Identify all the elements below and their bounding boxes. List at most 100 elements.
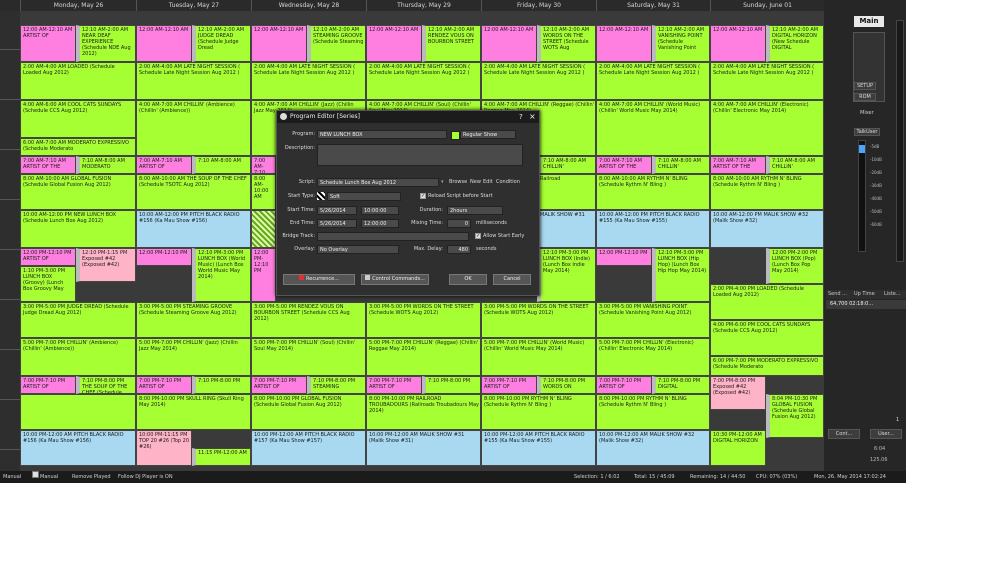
program-block[interactable]: 7:00 PM-7:10 PM ARTIST OF — [596, 376, 652, 394]
program-block[interactable]: 12:00 PM-12:10 PM ARTIST OF — [20, 248, 76, 266]
recurrence-button[interactable]: Recurrence... — [283, 274, 355, 285]
program-block[interactable]: 12:00 AM-12:10 AM — [481, 25, 537, 62]
program-block[interactable]: 12:10 AM-2:00 AM WORDS ON THE STREET (Sc… — [537, 25, 596, 62]
day-header-thursday[interactable]: Thursday, May 29 — [366, 0, 481, 11]
program-block[interactable]: 12:10 PM-3:00 PM LUNCH BOX (World Music)… — [192, 248, 251, 302]
program-block[interactable]: 7:00 PM-7:10 PM ARTIST OF — [251, 376, 307, 394]
program-block[interactable]: 12:10 AM-2:00 AM JUDGE DREAD (Schedule J… — [192, 25, 251, 62]
program-block[interactable]: 2:00 AM-4:00 AM LATE NIGHT SESSION ( Sch… — [251, 62, 366, 100]
start-date-field[interactable]: 5/26/2014 — [317, 206, 357, 215]
description-field[interactable] — [317, 144, 523, 166]
program-block[interactable]: 8:00 AM-10:00 AM — [251, 174, 276, 210]
control-commands-button[interactable]: Control Commands... — [361, 274, 429, 285]
program-block[interactable]: 12:10 PM-3:00 PM LUNCH BOX (Hip Hop) (Lu… — [652, 248, 710, 302]
program-block[interactable]: 10:00 PM-12:00 AM PITCH BLACK RADIO #156… — [20, 430, 136, 466]
end-date-field[interactable]: 5/26/2014 — [317, 219, 357, 228]
bridge-track-field[interactable] — [317, 232, 469, 241]
overlay-select[interactable]: No Overlay — [317, 245, 399, 254]
rom-button[interactable]: ROM — [854, 93, 876, 101]
program-block[interactable]: 4:00 AM-6:00 AM COOL CATS SUNDAYS (Sched… — [20, 100, 136, 138]
program-block[interactable]: 3:00 PM-5:00 PM RENDEZ VOUS ON BOURBON S… — [251, 302, 366, 338]
program-block[interactable]: 5:00 PM-7:00 PM CHILLIN' (Jazz) (Chillin… — [136, 338, 251, 376]
program-block[interactable]: 4:00 AM-7:00 AM CHILLIN' (World Music) (… — [596, 100, 710, 156]
allow-start-early-checkbox[interactable]: ✓ — [475, 233, 481, 239]
program-block[interactable]: 2:00 AM-4:00 AM LATE NIGHT SESSION ( Sch… — [366, 62, 481, 100]
program-block[interactable]: 8:00 AM-10:00 AM RYTHM N' BLING (Schedul… — [710, 174, 824, 210]
cont-button[interactable]: Cont... — [828, 429, 860, 439]
program-block[interactable]: 10:00 AM-12:00 PM MALIK SHOW #32 (Malik … — [710, 210, 824, 248]
program-block[interactable] — [20, 394, 136, 430]
talk-user-button[interactable]: TalkUser — [854, 128, 880, 136]
program-block[interactable]: 8:00 PM-10:00 PM RAILROAD TROUBADOURS (R… — [366, 394, 481, 430]
program-block[interactable]: 7:00 AM-7:10 AM ARTIST OF — [136, 156, 192, 174]
program-block[interactable]: 7:10 AM-8:00 AM — [192, 156, 251, 174]
end-time-field[interactable]: 12:00:00 — [361, 219, 399, 228]
program-block[interactable]: 7:10 AM-8:00 AM CHILLIN' — [766, 156, 824, 174]
program-block[interactable]: 7:10 PM-8:00 PM DIGITAL — [652, 376, 710, 394]
day-header-tuesday[interactable]: Tuesday, May 27 — [136, 0, 251, 11]
program-block[interactable]: 12:00 AM-12:10 AM ARTIST OF — [20, 25, 76, 62]
program-block[interactable]: 7:10 PM-8:00 PM STEAMING — [307, 376, 366, 394]
color-swatch[interactable] — [451, 131, 460, 140]
program-block[interactable]: 7:10 AM-8:00 AM MODERATO — [76, 156, 136, 174]
main-fader-area[interactable] — [853, 32, 885, 102]
program-block[interactable]: 7:00 AM-7:10 AM — [251, 156, 276, 174]
program-block[interactable]: 3:00 PM-5:00 PM WORDS ON THE STREET (Sch… — [481, 302, 596, 338]
program-block[interactable]: 4:00 AM-7:00 AM CHILLIN' (Ambience) (Chi… — [136, 100, 251, 156]
browse-button[interactable]: Browse — [449, 179, 467, 185]
program-block[interactable]: 8:00 AM-10:00 AM THE SOUP OF THE CHEF (S… — [136, 174, 251, 210]
program-block[interactable]: 12:10 AM-2:00 AM NEAR DEAF EXPERIENCE (S… — [76, 25, 136, 62]
program-block[interactable] — [251, 210, 276, 248]
setup-button[interactable]: SETUP — [854, 82, 876, 90]
program-block[interactable]: 5:00 PM-7:00 PM CHILLIN' (Electronic) (C… — [596, 338, 710, 376]
remove-played-toggle[interactable]: Remove Played — [72, 471, 111, 483]
program-block[interactable]: 5:00 PM-7:00 PM CHILLIN' (World Music) (… — [481, 338, 596, 376]
day-header-monday[interactable]: Monday, May 26 — [20, 0, 136, 11]
program-block[interactable]: 8:00 PM-10:00 PM RYTHM N' BLING (Schedul… — [481, 394, 596, 430]
close-icon[interactable]: × — [529, 111, 536, 123]
program-block[interactable]: 12:00 PM-12:10 PM — [596, 248, 652, 266]
day-header-friday[interactable]: Friday, May 30 — [481, 0, 596, 11]
program-block[interactable]: 2:00 AM-4:00 AM LATE NIGHT SESSION ( Sch… — [710, 62, 824, 100]
manual-mode-button[interactable]: Manual — [32, 471, 58, 483]
program-block[interactable]: 11:15 PM-12:00 AM — [192, 448, 251, 466]
program-block[interactable]: 12:10 AM-2:00 AM STEAMING GROOVE (Schedu… — [307, 25, 366, 62]
cancel-button[interactable]: Cancel — [493, 274, 531, 285]
day-header-saturday[interactable]: Saturday, May 31 — [596, 0, 710, 11]
program-block[interactable]: 7:00 AM-7:10 AM ARTIST OF THE — [710, 156, 766, 174]
program-block[interactable]: 10:00 PM-11:15 PM TOP 20 #26 (Top 20 #26… — [136, 430, 192, 466]
program-block[interactable]: 8:00 AM-10:00 AM RYTHM N' BLING (Schedul… — [596, 174, 710, 210]
program-block[interactable]: 12:00 AM-12:10 AM — [366, 25, 422, 62]
reload-script-checkbox[interactable]: ✓ — [420, 193, 426, 199]
program-block[interactable]: 1:10 PM-3:00 PM LUNCH BOX (Groovy) (Lunc… — [20, 266, 76, 302]
program-block[interactable]: 12:00 AM-12:10 AM — [136, 25, 192, 62]
program-block[interactable]: 2:00 AM-4:00 AM LOADED (Schedule Loaded … — [20, 62, 136, 100]
program-block[interactable]: 7:00 AM-7:10 AM ARTIST OF THE — [596, 156, 652, 174]
program-block[interactable]: 7:00 PM-8:00 PM Exposed #42 (Exposed #42… — [710, 376, 766, 410]
program-name-field[interactable]: NEW LUNCH BOX — [317, 130, 447, 139]
dialog-title-bar[interactable]: Program Editor [Series] ? × — [277, 111, 539, 123]
col-send[interactable]: Send ... — [828, 290, 847, 299]
program-block[interactable]: 12:10 PM-3:00 PM LUNCH BOX (Indie) (Lunc… — [537, 248, 596, 302]
program-block[interactable]: 2:00 AM-4:00 AM LATE NIGHT SESSION ( Sch… — [596, 62, 710, 100]
program-block[interactable]: 5:00 PM-7:00 PM CHILLIN' (Ambience) (Chi… — [20, 338, 136, 376]
program-block[interactable]: 7:10 AM-8:00 AM CHILLIN' — [537, 156, 596, 174]
program-block[interactable]: 12:10 AM-2:00 AM RENDEZ VOUS ON BOURBON … — [422, 25, 481, 62]
day-header-sunday[interactable]: Sunday, June 01 — [710, 0, 824, 11]
program-block[interactable]: 10:00 PM-12:00 AM PITCH BLACK RADIO #157… — [251, 430, 366, 466]
program-block[interactable]: 3:00 PM-5:00 PM STEAMING GROOVE (Schedul… — [136, 302, 251, 338]
duration-select[interactable]: 2hours — [447, 206, 503, 215]
program-block[interactable]: 7:10 PM-8:00 PM — [422, 376, 481, 394]
program-block[interactable]: 10:30 PM-12:00 AM DIGITAL HORIZON — [710, 430, 766, 466]
col-up-time[interactable]: Up Time — [854, 290, 875, 299]
script-field[interactable]: Schedule Lunch Box Aug 2012 — [317, 178, 439, 187]
new-script-button[interactable]: New — [470, 179, 481, 185]
program-block[interactable]: 10:00 PM-12:00 AM PITCH BLACK RADIO #155… — [481, 430, 596, 466]
program-block[interactable]: 12:00 PM-2:00 PM LUNCH BOX (Pop) (Lunch … — [766, 248, 824, 284]
help-icon[interactable]: ? — [519, 111, 523, 123]
program-block[interactable]: 7:00 AM-7:10 AM ARTIST OF THE — [20, 156, 76, 174]
program-block[interactable]: 7:00 PM-7:10 PM ARTIST OF — [136, 376, 192, 394]
program-block[interactable]: 12:00 AM-12:10 AM — [596, 25, 652, 62]
start-time-field[interactable]: 10:00:00 — [361, 206, 399, 215]
program-block[interactable]: 7:00 PM-7:10 PM ARTIST OF — [20, 376, 76, 394]
